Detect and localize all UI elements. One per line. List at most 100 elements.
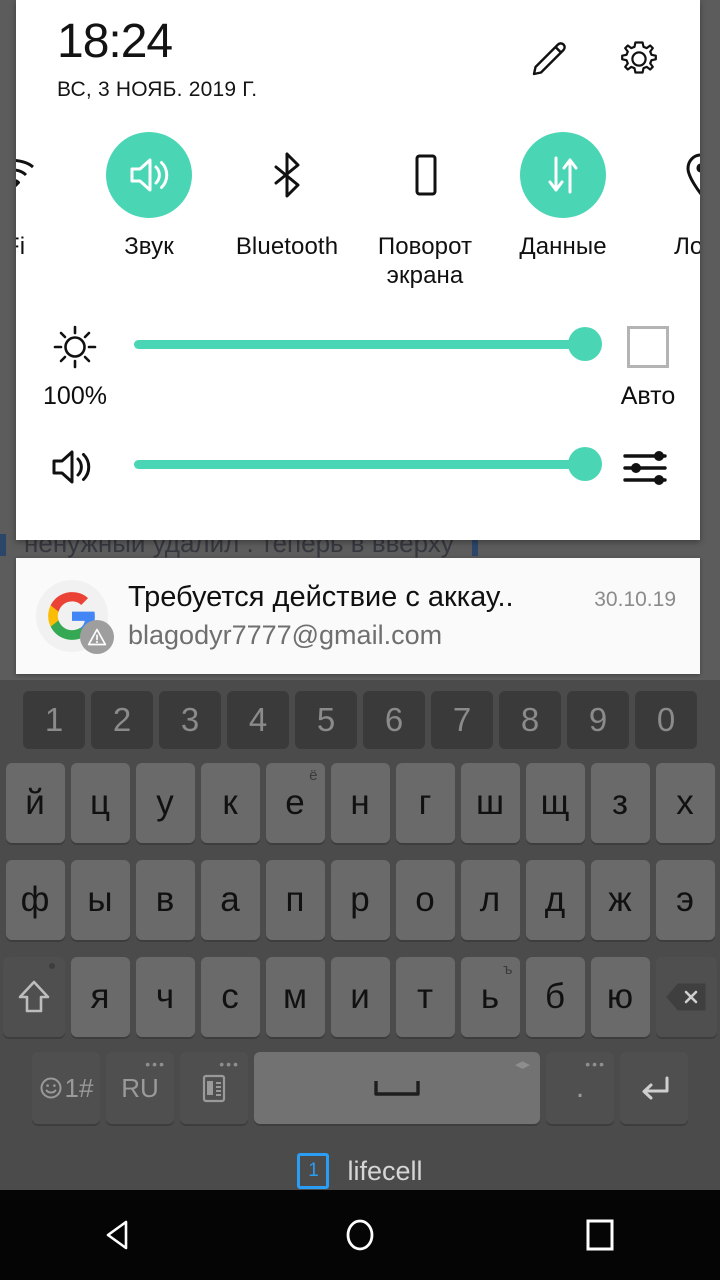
language-key[interactable]: ••• RU bbox=[106, 1052, 174, 1124]
key-р[interactable]: р bbox=[330, 859, 390, 940]
key-label: д bbox=[544, 879, 566, 919]
key-label: т bbox=[416, 976, 434, 1016]
key-num-4[interactable]: 4 bbox=[227, 691, 289, 749]
key-num-1[interactable]: 1 bbox=[23, 691, 85, 749]
tile-rotate-screen[interactable]: Поворот экрана bbox=[356, 126, 494, 290]
recents-button[interactable] bbox=[540, 1190, 660, 1280]
key-с[interactable]: с bbox=[200, 956, 260, 1037]
tile-location[interactable]: Лока bbox=[632, 126, 700, 290]
key-з[interactable]: з bbox=[590, 762, 650, 843]
key-я[interactable]: я bbox=[70, 956, 130, 1037]
enter-icon bbox=[642, 1076, 669, 1100]
key-к[interactable]: к bbox=[200, 762, 260, 843]
clipboard-icon bbox=[202, 1074, 226, 1103]
key-num-9[interactable]: 9 bbox=[567, 691, 629, 749]
key-ь[interactable]: ъь bbox=[460, 956, 520, 1037]
clock-date: ВС, 3 НОЯБ. 2019 Г. bbox=[57, 78, 258, 101]
key-label: л bbox=[479, 879, 501, 919]
brightness-auto: Авто bbox=[596, 312, 700, 411]
cursor-arrows-icon[interactable]: ◂▸ bbox=[515, 1055, 530, 1073]
key-label: й bbox=[25, 782, 45, 822]
shift-key[interactable] bbox=[3, 956, 65, 1037]
key-х[interactable]: х bbox=[655, 762, 715, 843]
brightness-thumb[interactable] bbox=[568, 327, 602, 361]
key-label: ч bbox=[155, 976, 175, 1016]
equalizer-icon[interactable] bbox=[621, 446, 675, 495]
period-key-dots: ••• bbox=[585, 1056, 606, 1072]
key-л[interactable]: л bbox=[460, 859, 520, 940]
brightness-left: 100% bbox=[16, 312, 134, 411]
key-ч[interactable]: ч bbox=[135, 956, 195, 1037]
volume-thumb[interactable] bbox=[568, 447, 602, 481]
key-д[interactable]: д bbox=[525, 859, 585, 940]
key-label: я bbox=[90, 976, 110, 1016]
period-key[interactable]: ••• . bbox=[546, 1052, 614, 1124]
key-и[interactable]: и bbox=[330, 956, 390, 1037]
key-label: п bbox=[285, 879, 305, 919]
brightness-track[interactable] bbox=[134, 327, 602, 361]
backspace-key[interactable] bbox=[655, 956, 717, 1037]
key-num-7[interactable]: 7 bbox=[431, 691, 493, 749]
auto-brightness-checkbox[interactable] bbox=[627, 326, 669, 368]
tile-mobile-data-label: Данные bbox=[519, 233, 607, 260]
key-щ[interactable]: щ bbox=[525, 762, 585, 843]
bluetooth-icon bbox=[274, 152, 300, 198]
pencil-icon[interactable] bbox=[526, 36, 572, 82]
volume-track-wrap[interactable] bbox=[134, 432, 602, 496]
key-й[interactable]: й bbox=[5, 762, 65, 843]
key-ж[interactable]: ж bbox=[590, 859, 650, 940]
key-label: в bbox=[155, 879, 175, 919]
key-е[interactable]: ёе bbox=[265, 762, 325, 843]
key-б[interactable]: б bbox=[525, 956, 585, 1037]
key-num-6[interactable]: 6 bbox=[363, 691, 425, 749]
keyboard-row-2: фы в а п р о л д ж э bbox=[0, 851, 720, 948]
quick-settings-tiles: -Fi Звук bbox=[16, 126, 700, 302]
language-key-label: RU bbox=[121, 1072, 159, 1103]
key-г[interactable]: г bbox=[395, 762, 455, 843]
symbols-key[interactable]: 1# bbox=[32, 1052, 100, 1124]
key-num-0[interactable]: 0 bbox=[635, 691, 697, 749]
home-button[interactable] bbox=[300, 1190, 420, 1280]
tile-wifi-circle bbox=[16, 132, 54, 218]
gear-icon[interactable] bbox=[616, 36, 662, 82]
key-sup-ъ: ъ bbox=[503, 960, 513, 978]
key-п[interactable]: п bbox=[265, 859, 325, 940]
key-о[interactable]: о bbox=[395, 859, 455, 940]
key-ц[interactable]: ц bbox=[70, 762, 130, 843]
header-actions bbox=[526, 36, 662, 82]
key-ш[interactable]: ш bbox=[460, 762, 520, 843]
mobile-data-icon bbox=[548, 156, 578, 194]
key-num-3[interactable]: 3 bbox=[159, 691, 221, 749]
key-num-5[interactable]: 5 bbox=[295, 691, 357, 749]
tile-wifi[interactable]: -Fi bbox=[16, 126, 80, 290]
enter-key[interactable] bbox=[620, 1052, 688, 1124]
tile-sound[interactable]: Звук bbox=[80, 126, 218, 290]
clipboard-key[interactable]: ••• bbox=[180, 1052, 248, 1124]
key-num-8[interactable]: 8 bbox=[499, 691, 561, 749]
tile-wifi-label: -Fi bbox=[16, 233, 26, 260]
notification-card[interactable]: Требуется действие с аккау.. 30.10.19 bl… bbox=[16, 558, 700, 674]
notification-title: Требуется действие с аккау.. bbox=[128, 581, 514, 613]
key-ю[interactable]: ю bbox=[590, 956, 650, 1037]
spacebar-key[interactable]: ◂▸ bbox=[254, 1052, 540, 1124]
key-в[interactable]: в bbox=[135, 859, 195, 940]
keyboard-row-3: я чсмитъьбю bbox=[0, 948, 720, 1045]
back-button[interactable] bbox=[60, 1190, 180, 1280]
tile-bluetooth[interactable]: Bluetooth bbox=[218, 126, 356, 290]
key-label: е bbox=[285, 782, 305, 822]
key-м[interactable]: м bbox=[265, 956, 325, 1037]
key-а[interactable]: а bbox=[200, 859, 260, 940]
key-э[interactable]: э bbox=[655, 859, 715, 940]
tile-mobile-data[interactable]: Данные bbox=[494, 126, 632, 290]
carrier-name: lifecell bbox=[347, 1155, 423, 1186]
phone-screen: ненужный удалил . теперь в вверху 18:24 … bbox=[0, 0, 720, 1280]
volume-track[interactable] bbox=[134, 447, 602, 481]
key-label: м bbox=[282, 976, 308, 1016]
brightness-track-wrap[interactable] bbox=[134, 312, 602, 376]
key-у[interactable]: у bbox=[135, 762, 195, 843]
key-ф[interactable]: ф bbox=[5, 859, 65, 940]
key-num-2[interactable]: 2 bbox=[91, 691, 153, 749]
key-т[interactable]: т bbox=[395, 956, 455, 1037]
key-н[interactable]: н bbox=[330, 762, 390, 843]
key-ы[interactable]: ы bbox=[70, 859, 130, 940]
